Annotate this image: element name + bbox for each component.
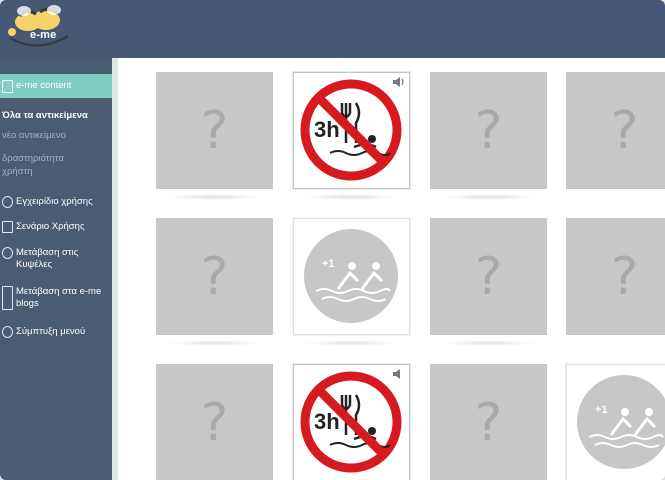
sidebar-sub-new-object[interactable]: νέο αντικείμενο bbox=[2, 130, 66, 142]
app-window: e-me e-me content Όλα τα αντικείμενα νέο… bbox=[0, 0, 665, 480]
sidebar-item-hives[interactable]: Μετάβαση στις Κυψέλες bbox=[0, 247, 112, 275]
sidebar-item-manual[interactable]: Εγχειρίδιο χρήσης bbox=[0, 196, 112, 210]
memory-card-11[interactable]: ? bbox=[430, 364, 547, 480]
swimming-plus-one-icon: +1 bbox=[304, 229, 398, 323]
e-me-logo[interactable]: e-me bbox=[2, 2, 72, 54]
memory-card-9[interactable]: ? bbox=[156, 364, 273, 480]
document-icon bbox=[2, 221, 13, 233]
question-mark: ? bbox=[200, 392, 229, 453]
memory-card-8[interactable]: ? bbox=[566, 218, 665, 335]
question-mark: ? bbox=[610, 100, 639, 161]
sidebar-sub-user[interactable]: χρήστη bbox=[2, 166, 33, 178]
sidebar: e-me content Όλα τα αντικείμενα νέο αντι… bbox=[0, 58, 112, 480]
sidebar-sub-activity[interactable]: δραστηριότητα bbox=[2, 153, 64, 165]
speaker-icon[interactable] bbox=[392, 368, 406, 380]
game-board: ? 3h ? ? ? +1 ? ? ? 3h ? +1 bbox=[112, 58, 665, 480]
card-shadow bbox=[440, 340, 537, 346]
hive-icon bbox=[2, 247, 13, 259]
collapse-icon bbox=[2, 326, 13, 338]
sidebar-item-collapse[interactable]: Σύμπτυξη μενού bbox=[0, 326, 112, 340]
memory-card-7[interactable]: ? bbox=[430, 218, 547, 335]
swimming-plus-one-icon: +1 bbox=[577, 375, 665, 469]
plus-one-label: +1 bbox=[595, 404, 608, 416]
info-icon bbox=[2, 196, 13, 208]
memory-card-12[interactable]: +1 bbox=[566, 364, 665, 480]
plus-one-label: +1 bbox=[322, 258, 335, 270]
question-mark: ? bbox=[200, 100, 229, 161]
sidebar-section-all-objects[interactable]: Όλα τα αντικείμενα bbox=[2, 110, 88, 122]
card-shadow bbox=[166, 340, 263, 346]
question-mark: ? bbox=[474, 392, 503, 453]
memory-card-10[interactable]: 3h bbox=[293, 364, 410, 480]
memory-card-1[interactable]: ? bbox=[156, 72, 273, 189]
card-shadow bbox=[303, 194, 400, 200]
question-mark: ? bbox=[610, 246, 639, 307]
content-icon bbox=[2, 80, 13, 93]
speaker-icon[interactable] bbox=[392, 76, 406, 88]
top-bar: e-me bbox=[0, 0, 665, 58]
sidebar-item-e-me-content[interactable]: e-me content bbox=[0, 74, 112, 98]
memory-card-4[interactable]: ? bbox=[566, 72, 665, 189]
memory-card-6[interactable]: +1 bbox=[293, 218, 410, 335]
bee-logo-icon bbox=[8, 5, 69, 47]
memory-card-3[interactable]: ? bbox=[430, 72, 547, 189]
blog-icon bbox=[2, 286, 13, 310]
memory-card-5[interactable]: ? bbox=[156, 218, 273, 335]
sidebar-item-blogs[interactable]: Μετάβαση στα e-me blogs bbox=[0, 286, 112, 314]
memory-card-2[interactable]: 3h bbox=[293, 72, 410, 189]
question-mark: ? bbox=[474, 100, 503, 161]
card-shadow bbox=[303, 340, 400, 346]
card-shadow bbox=[166, 194, 263, 200]
sidebar-item-label: e-me content bbox=[16, 80, 72, 91]
sidebar-item-scenario[interactable]: Σενάριο Χρήσης bbox=[0, 221, 112, 235]
question-mark: ? bbox=[474, 246, 503, 307]
no-eating-before-swimming-icon: 3h bbox=[300, 371, 402, 473]
no-eating-before-swimming-icon: 3h bbox=[300, 79, 402, 181]
logo-text: e-me bbox=[30, 29, 57, 41]
card-shadow bbox=[440, 194, 537, 200]
question-mark: ? bbox=[200, 246, 229, 307]
